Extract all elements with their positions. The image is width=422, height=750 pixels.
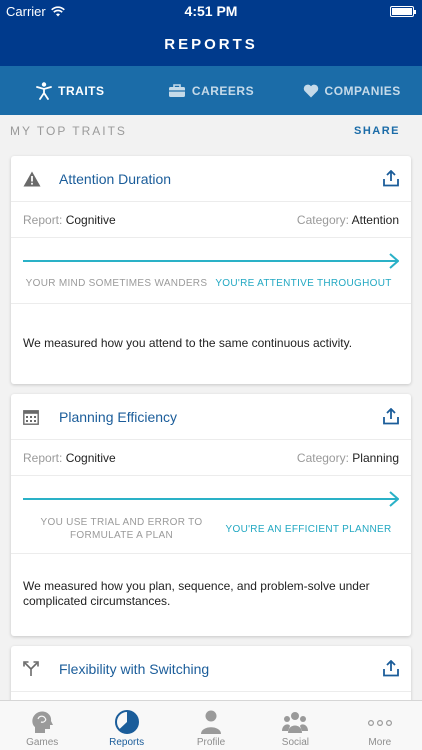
report-value: Cognitive (65, 450, 116, 465)
trait-scale: YOUR MIND SOMETIMES WANDERS YOU'RE ATTEN… (11, 238, 411, 304)
report-field: Report: Cognitive (23, 213, 116, 227)
report-value: Cognitive (65, 212, 116, 227)
report-field: Report: Cognitive (23, 451, 116, 465)
scale-high-label: YOU'RE AN EFFICIENT PLANNER (225, 523, 392, 535)
arrow-right-icon (389, 253, 399, 269)
category-value: Planning (352, 450, 399, 465)
card-header: Planning Efficiency (11, 394, 411, 440)
tab-companies[interactable]: COMPANIES (281, 66, 422, 115)
battery-icon (390, 6, 416, 17)
card-description: We measured how you plan, sequence, and … (23, 579, 370, 608)
group-icon (282, 712, 309, 733)
page-title: REPORTS (164, 35, 258, 53)
nav-bar: REPORTS (0, 22, 422, 66)
bottom-tab-label: Reports (109, 737, 145, 748)
more-dots-icon (367, 720, 392, 727)
category-label: Category: (296, 212, 349, 227)
tab-traits[interactable]: TRAITS (0, 66, 141, 115)
card-header: Attention Duration (11, 156, 411, 202)
section-title: MY TOP TRAITS (10, 124, 127, 138)
calendar-icon (23, 409, 47, 425)
heart-icon (303, 84, 318, 97)
scale-low-label: YOU USE TRIAL AND ERROR TO FORMULATE A P… (40, 517, 203, 541)
tab-label: TRAITS (58, 83, 105, 98)
category-field: Category: Planning (297, 451, 399, 465)
upload-icon[interactable] (383, 408, 399, 425)
bottom-tab-games[interactable]: Games (0, 701, 84, 750)
card-title: Planning Efficiency (59, 408, 178, 425)
bottom-tab-social[interactable]: Social (253, 701, 337, 750)
scale-line (23, 260, 397, 262)
scale-line (23, 498, 397, 500)
split-arrows-icon (23, 660, 47, 677)
status-bar: Carrier 4:51 PM (0, 0, 422, 22)
category-label: Category: (296, 450, 349, 465)
meta-row: Report: Cognitive Category: Planning (11, 440, 411, 476)
warning-icon (23, 171, 47, 187)
bottom-tab-label: More (368, 737, 392, 748)
person-icon (201, 710, 222, 734)
tab-careers[interactable]: CAREERS (141, 66, 282, 115)
upload-icon[interactable] (383, 170, 399, 187)
card-title: Flexibility with Switching (59, 660, 210, 677)
tab-label: COMPANIES (324, 83, 401, 98)
report-label: Report: (23, 212, 63, 227)
scale-labels: YOUR MIND SOMETIMES WANDERS YOU'RE ATTEN… (23, 278, 397, 289)
scale-high-label: YOU'RE ATTENTIVE THROUGHOUT (215, 278, 392, 289)
bottom-tab-label: Games (26, 737, 59, 748)
share-button[interactable]: SHARE (354, 125, 400, 137)
tab-label: CAREERS (191, 83, 255, 98)
card-description: We measured how you attend to the same c… (23, 335, 353, 350)
bottom-tab-label: Profile (196, 737, 226, 748)
bottom-tab-profile[interactable]: Profile (169, 701, 253, 750)
arrow-right-icon (389, 491, 399, 507)
head-icon (32, 711, 54, 733)
scale-low-label: YOUR MIND SOMETIMES WANDERS (25, 278, 208, 289)
card-header: Flexibility with Switching (11, 646, 411, 692)
report-label: Report: (23, 450, 63, 465)
section-header: MY TOP TRAITS SHARE (0, 115, 422, 147)
briefcase-icon (168, 84, 185, 97)
trait-card-attention-duration[interactable]: Attention Duration Report: Cognitive Cat… (11, 156, 411, 384)
trait-scale: YOU USE TRIAL AND ERROR TO FORMULATE A P… (11, 476, 411, 554)
bottom-tab-bar: Games Reports Profile Social More (0, 700, 422, 750)
trait-card-planning-efficiency[interactable]: Planning Efficiency Report: Cognitive Ca… (11, 394, 411, 636)
upload-icon[interactable] (383, 660, 399, 677)
meta-row: Report: Cognitive Category: Attention (11, 202, 411, 238)
status-time: 4:51 PM (184, 3, 238, 19)
bottom-tab-label: Social (281, 737, 310, 748)
card-title: Attention Duration (59, 170, 172, 187)
figure-icon (36, 81, 53, 100)
category-value: Attention (351, 212, 399, 227)
category-field: Category: Attention (297, 213, 399, 227)
pie-chart-icon (114, 710, 139, 734)
bottom-tab-more[interactable]: More (338, 701, 422, 750)
trait-card-flexibility-with-switching[interactable]: Flexibility with Switching (11, 646, 411, 706)
scale-labels: YOU USE TRIAL AND ERROR TO FORMULATE A P… (23, 516, 397, 542)
bottom-tab-reports[interactable]: Reports (84, 701, 168, 750)
report-tabs: TRAITS CAREERS COMPANIES (0, 66, 422, 115)
